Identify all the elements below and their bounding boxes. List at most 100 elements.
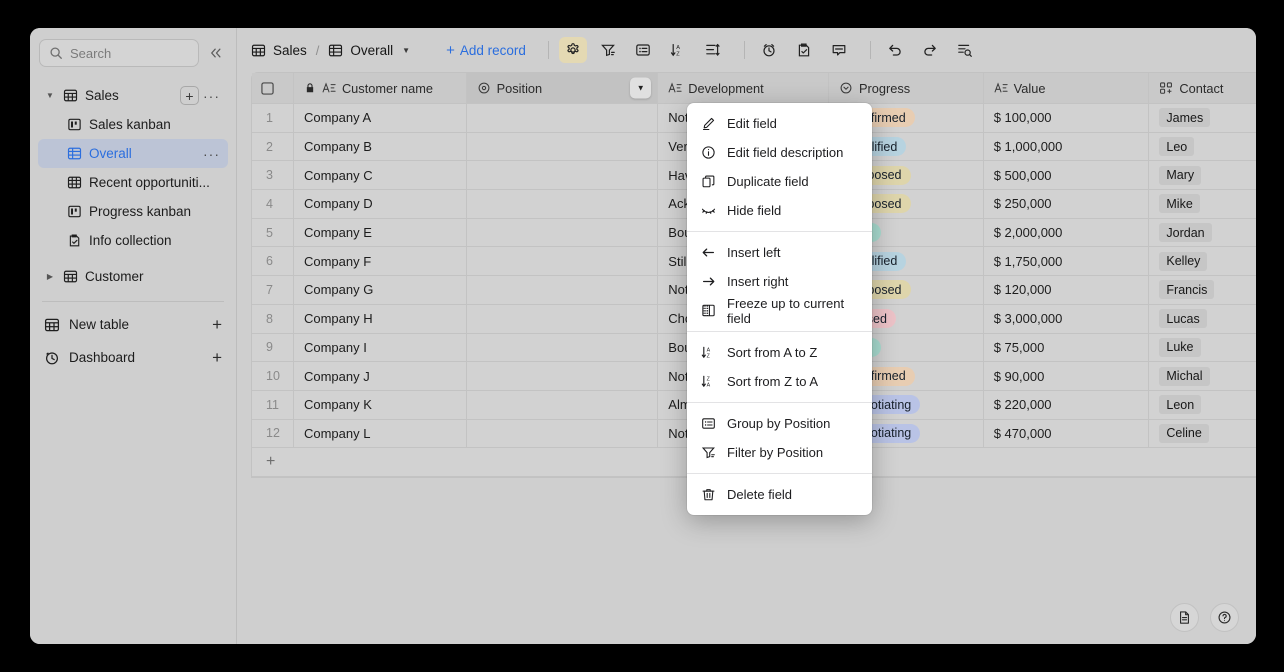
cell-position[interactable] <box>466 218 659 248</box>
menu-item-duplicate-field[interactable]: Duplicate field <box>687 167 872 196</box>
cell-position[interactable] <box>466 419 659 449</box>
cell-contact[interactable]: Michal <box>1149 362 1256 391</box>
cell-value[interactable]: $ 470,000 <box>983 419 1150 449</box>
overall-more-button[interactable]: ··· <box>201 146 222 162</box>
column-header-customer-name[interactable]: Customer name <box>293 73 467 104</box>
cell-position[interactable] <box>466 161 659 191</box>
chevron-right-icon[interactable]: ▶ <box>44 272 56 281</box>
cell-contact[interactable]: Francis <box>1149 276 1256 305</box>
chevron-down-icon[interactable]: ▼ <box>402 46 410 55</box>
cell-customer-name[interactable]: Company D <box>293 190 467 219</box>
menu-item-edit-field[interactable]: Edit field <box>687 109 872 138</box>
cell-value[interactable]: $ 120,000 <box>983 276 1150 305</box>
comment-icon[interactable] <box>825 37 853 63</box>
chevron-down-icon[interactable]: ▼ <box>44 91 56 100</box>
menu-item-filter-by-position[interactable]: Filter by Position <box>687 438 872 467</box>
menu-item-hide-field[interactable]: Hide field <box>687 196 872 225</box>
cell-value[interactable]: $ 1,000,000 <box>983 132 1150 162</box>
cell-value[interactable]: $ 250,000 <box>983 190 1150 219</box>
cell-customer-name[interactable]: Company A <box>293 104 467 133</box>
cell-position[interactable] <box>466 132 659 162</box>
sidebar-item-progress-kanban[interactable]: Progress kanban <box>38 197 228 226</box>
group-icon[interactable] <box>629 37 657 63</box>
breadcrumb-table[interactable]: Sales <box>251 43 307 58</box>
cell-customer-name[interactable]: Company C <box>293 161 467 191</box>
sidebar-item-sales[interactable]: ▼ Sales + ··· <box>38 81 228 110</box>
add-view-button[interactable]: + <box>180 86 199 105</box>
settings-icon[interactable] <box>558 37 587 63</box>
cell-position[interactable] <box>466 190 659 219</box>
add-dashboard-plus-icon[interactable]: + <box>212 349 222 366</box>
cell-contact[interactable]: Luke <box>1149 334 1256 363</box>
sidebar-item-info-collection[interactable]: Info collection <box>38 226 228 255</box>
doc-icon[interactable] <box>1170 603 1199 632</box>
cell-position[interactable] <box>466 104 659 133</box>
cell-value[interactable]: $ 100,000 <box>983 104 1150 133</box>
cell-customer-name[interactable]: Company E <box>293 218 467 248</box>
cell-value[interactable]: $ 1,750,000 <box>983 247 1150 277</box>
cell-value[interactable]: $ 90,000 <box>983 362 1150 391</box>
menu-item-sort-from-z-to-a[interactable]: Z A Sort from Z to A <box>687 367 872 396</box>
cell-value[interactable]: $ 3,000,000 <box>983 304 1150 334</box>
cell-position[interactable] <box>466 304 659 334</box>
cell-contact[interactable]: Kelley <box>1149 247 1256 277</box>
cell-position[interactable] <box>466 333 659 363</box>
dashboard-button[interactable]: Dashboard + <box>30 341 236 374</box>
new-table-button[interactable]: New table + <box>30 308 236 341</box>
column-header-development[interactable]: Development <box>658 73 829 104</box>
help-icon[interactable] <box>1210 603 1239 632</box>
cell-customer-name[interactable]: Company B <box>293 132 467 162</box>
cell-contact[interactable]: Lucas <box>1149 305 1256 334</box>
cell-customer-name[interactable]: Company H <box>293 304 467 334</box>
menu-item-sort-from-a-to-z[interactable]: A Z Sort from A to Z <box>687 338 872 367</box>
sidebar-item-sales-kanban[interactable]: Sales kanban <box>38 110 228 139</box>
cell-contact[interactable]: Mary <box>1149 161 1256 191</box>
add-record-button[interactable]: + Add record <box>446 43 526 58</box>
redo-icon[interactable] <box>916 37 944 63</box>
cell-value[interactable]: $ 500,000 <box>983 161 1150 191</box>
cell-customer-name[interactable]: Company K <box>293 390 467 420</box>
column-header-progress[interactable]: Progress <box>828 73 984 104</box>
cell-contact[interactable]: James <box>1149 104 1256 133</box>
cell-customer-name[interactable]: Company F <box>293 247 467 277</box>
cell-position[interactable] <box>466 247 659 277</box>
sales-more-button[interactable]: ··· <box>201 88 222 104</box>
cell-position[interactable] <box>466 276 659 305</box>
search-rows-icon[interactable] <box>951 37 979 63</box>
row-height-icon[interactable] <box>699 37 727 63</box>
cell-customer-name[interactable]: Company L <box>293 419 467 449</box>
cell-contact[interactable]: Celine <box>1149 420 1256 449</box>
form-icon[interactable] <box>790 37 818 63</box>
cell-value[interactable]: $ 2,000,000 <box>983 218 1150 248</box>
column-header-value[interactable]: Value <box>983 73 1150 104</box>
menu-item-edit-field-description[interactable]: Edit field description <box>687 138 872 167</box>
cell-contact[interactable]: Leo <box>1149 133 1256 162</box>
cell-customer-name[interactable]: Company G <box>293 276 467 305</box>
sidebar-item-overall[interactable]: Overall ··· <box>38 139 228 168</box>
sidebar-item-customer[interactable]: ▶ Customer <box>38 262 228 291</box>
menu-item-delete-field[interactable]: Delete field <box>687 480 872 509</box>
cell-value[interactable]: $ 75,000 <box>983 333 1150 363</box>
breadcrumb-view[interactable]: Overall ▼ <box>328 43 410 58</box>
sidebar-item-recent-opportunities[interactable]: Recent opportuniti... <box>38 168 228 197</box>
history-icon[interactable] <box>755 37 783 63</box>
select-all-checkbox[interactable] <box>252 73 294 104</box>
sort-icon[interactable]: A Z <box>664 37 692 63</box>
cell-customer-name[interactable]: Company J <box>293 362 467 391</box>
cell-value[interactable]: $ 220,000 <box>983 390 1150 420</box>
add-table-plus-icon[interactable]: + <box>212 316 222 333</box>
menu-item-freeze-up-to-current-field[interactable]: Freeze up to current field <box>687 296 872 326</box>
cell-contact[interactable]: Jordan <box>1149 219 1256 248</box>
filter-icon[interactable] <box>594 37 622 63</box>
search-input[interactable]: Search <box>39 39 199 67</box>
column-header-position[interactable]: Position ▼ <box>466 73 659 104</box>
collapse-sidebar-button[interactable] <box>205 42 227 64</box>
menu-item-group-by-position[interactable]: Group by Position <box>687 409 872 438</box>
cell-customer-name[interactable]: Company I <box>293 333 467 363</box>
cell-contact[interactable]: Mike <box>1149 190 1256 219</box>
column-header-contact[interactable]: Contact <box>1149 73 1256 104</box>
undo-icon[interactable] <box>881 37 909 63</box>
column-dropdown-button[interactable]: ▼ <box>630 77 652 99</box>
cell-contact[interactable]: Leon <box>1149 391 1256 420</box>
menu-item-insert-left[interactable]: Insert left <box>687 238 872 267</box>
